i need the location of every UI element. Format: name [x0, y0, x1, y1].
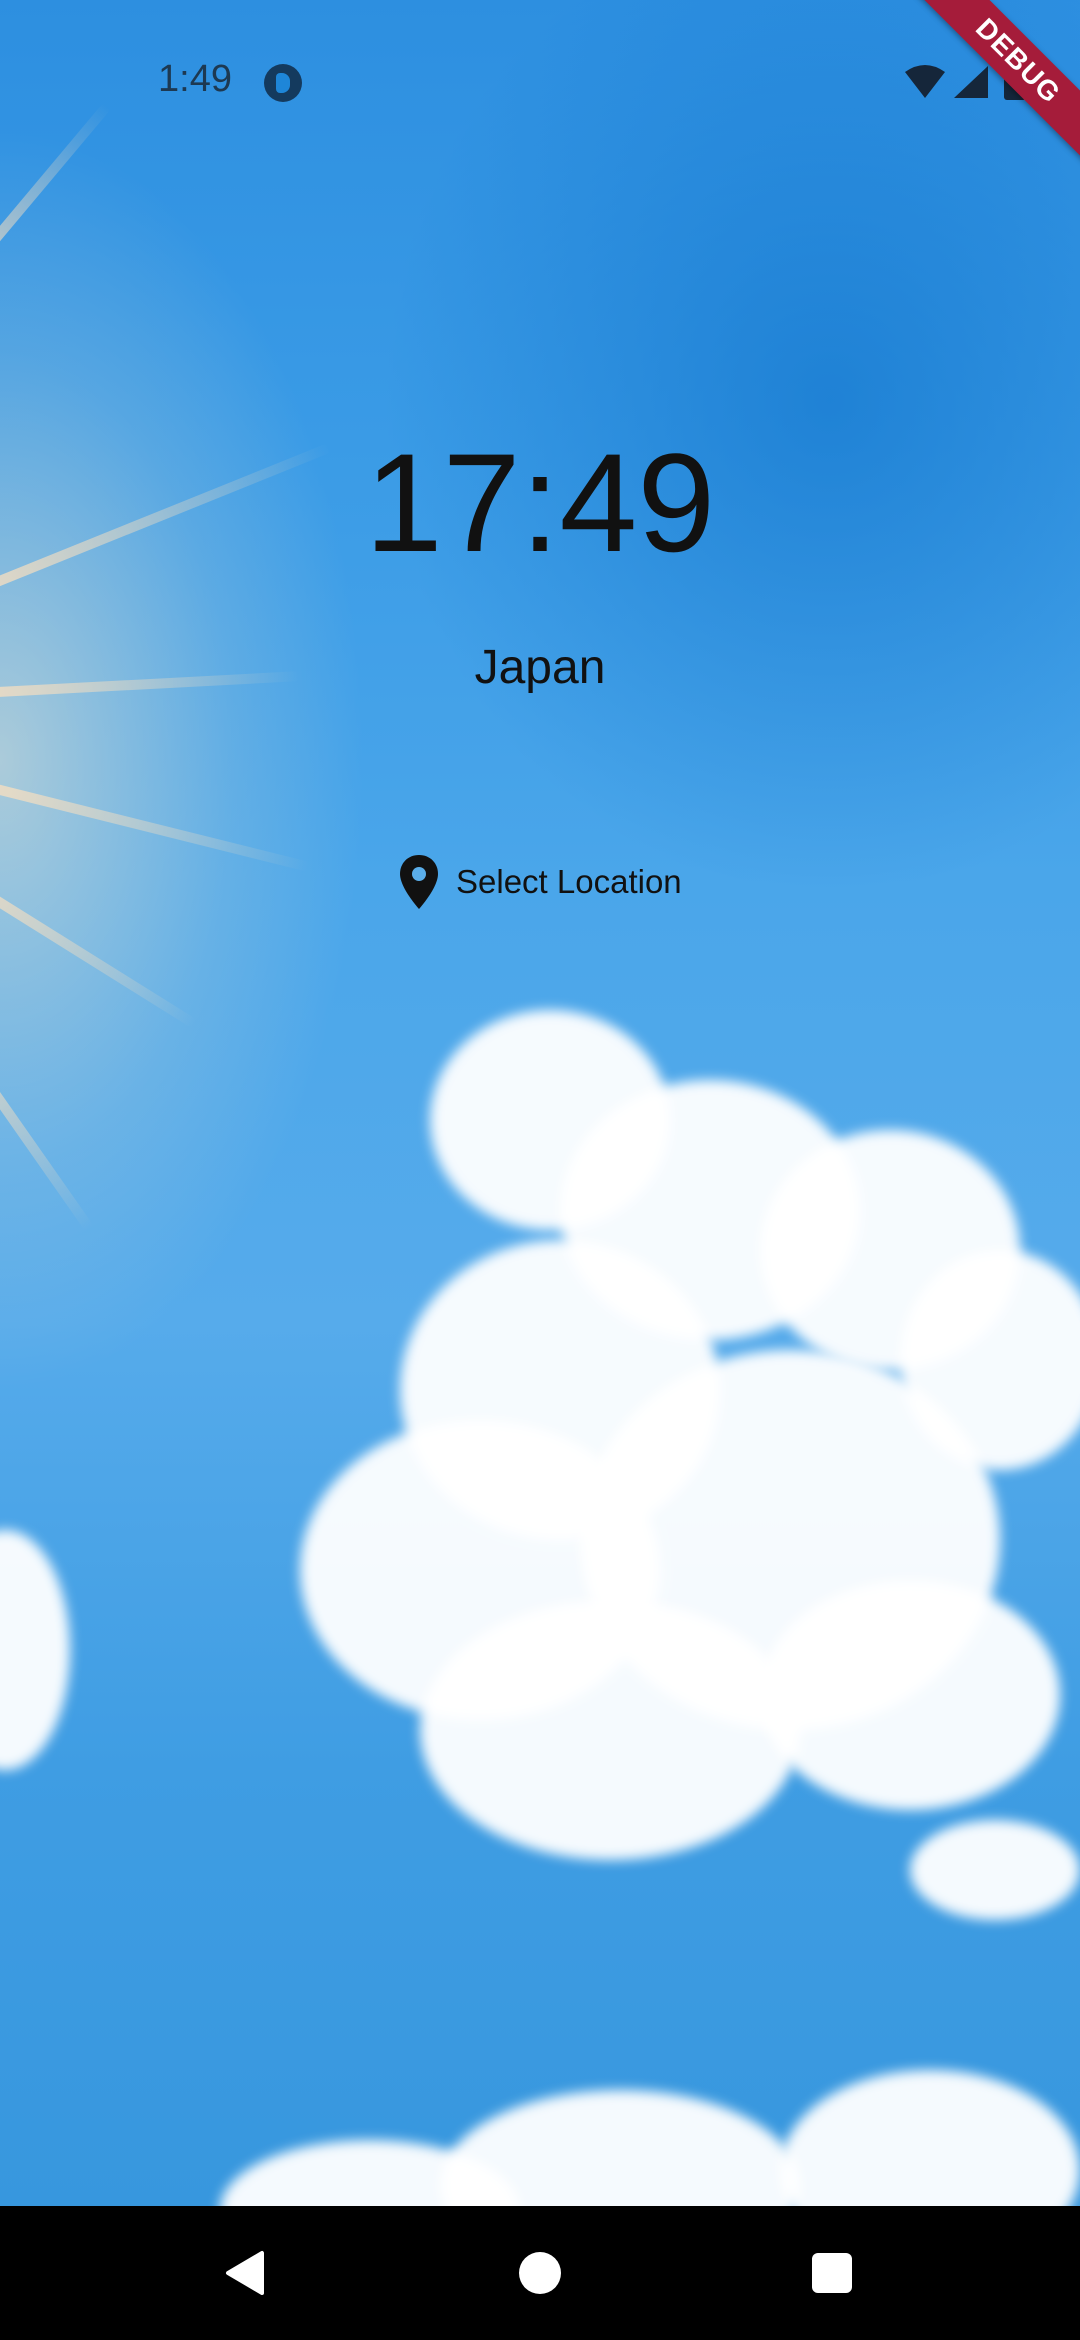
cloud: [420, 1600, 800, 1860]
select-location-label: Select Location: [456, 863, 682, 900]
wifi-icon: [905, 65, 945, 98]
sunray: [0, 1012, 94, 1231]
signal-icon: [954, 66, 988, 98]
navigation-bar: [0, 2206, 1080, 2340]
cloud: [760, 1580, 1060, 1810]
home-icon: [519, 2252, 561, 2294]
cloud: [0, 1530, 70, 1770]
clock-time: 17:49: [364, 424, 716, 581]
status-bar: 1:49 DEBUG: [0, 0, 1080, 198]
sunray: [0, 770, 310, 872]
recents-icon: [812, 2253, 852, 2293]
cloud: [910, 1820, 1080, 1920]
app-screen: 1:49 DEBUG 17:49 Japan Select Location: [0, 0, 1080, 2340]
select-location-button[interactable]: Select Location: [398, 850, 682, 914]
back-button[interactable]: [164, 2206, 324, 2340]
recents-button[interactable]: [752, 2206, 912, 2340]
sunray: [0, 860, 198, 1029]
location-name: Japan: [474, 641, 606, 694]
sky-background-image: [0, 0, 1080, 2280]
status-time: 1:49: [158, 58, 232, 100]
location-pin-icon: [400, 855, 438, 909]
home-button[interactable]: [460, 2206, 620, 2340]
app-notification-icon: [264, 64, 302, 102]
back-icon: [226, 2251, 264, 2295]
